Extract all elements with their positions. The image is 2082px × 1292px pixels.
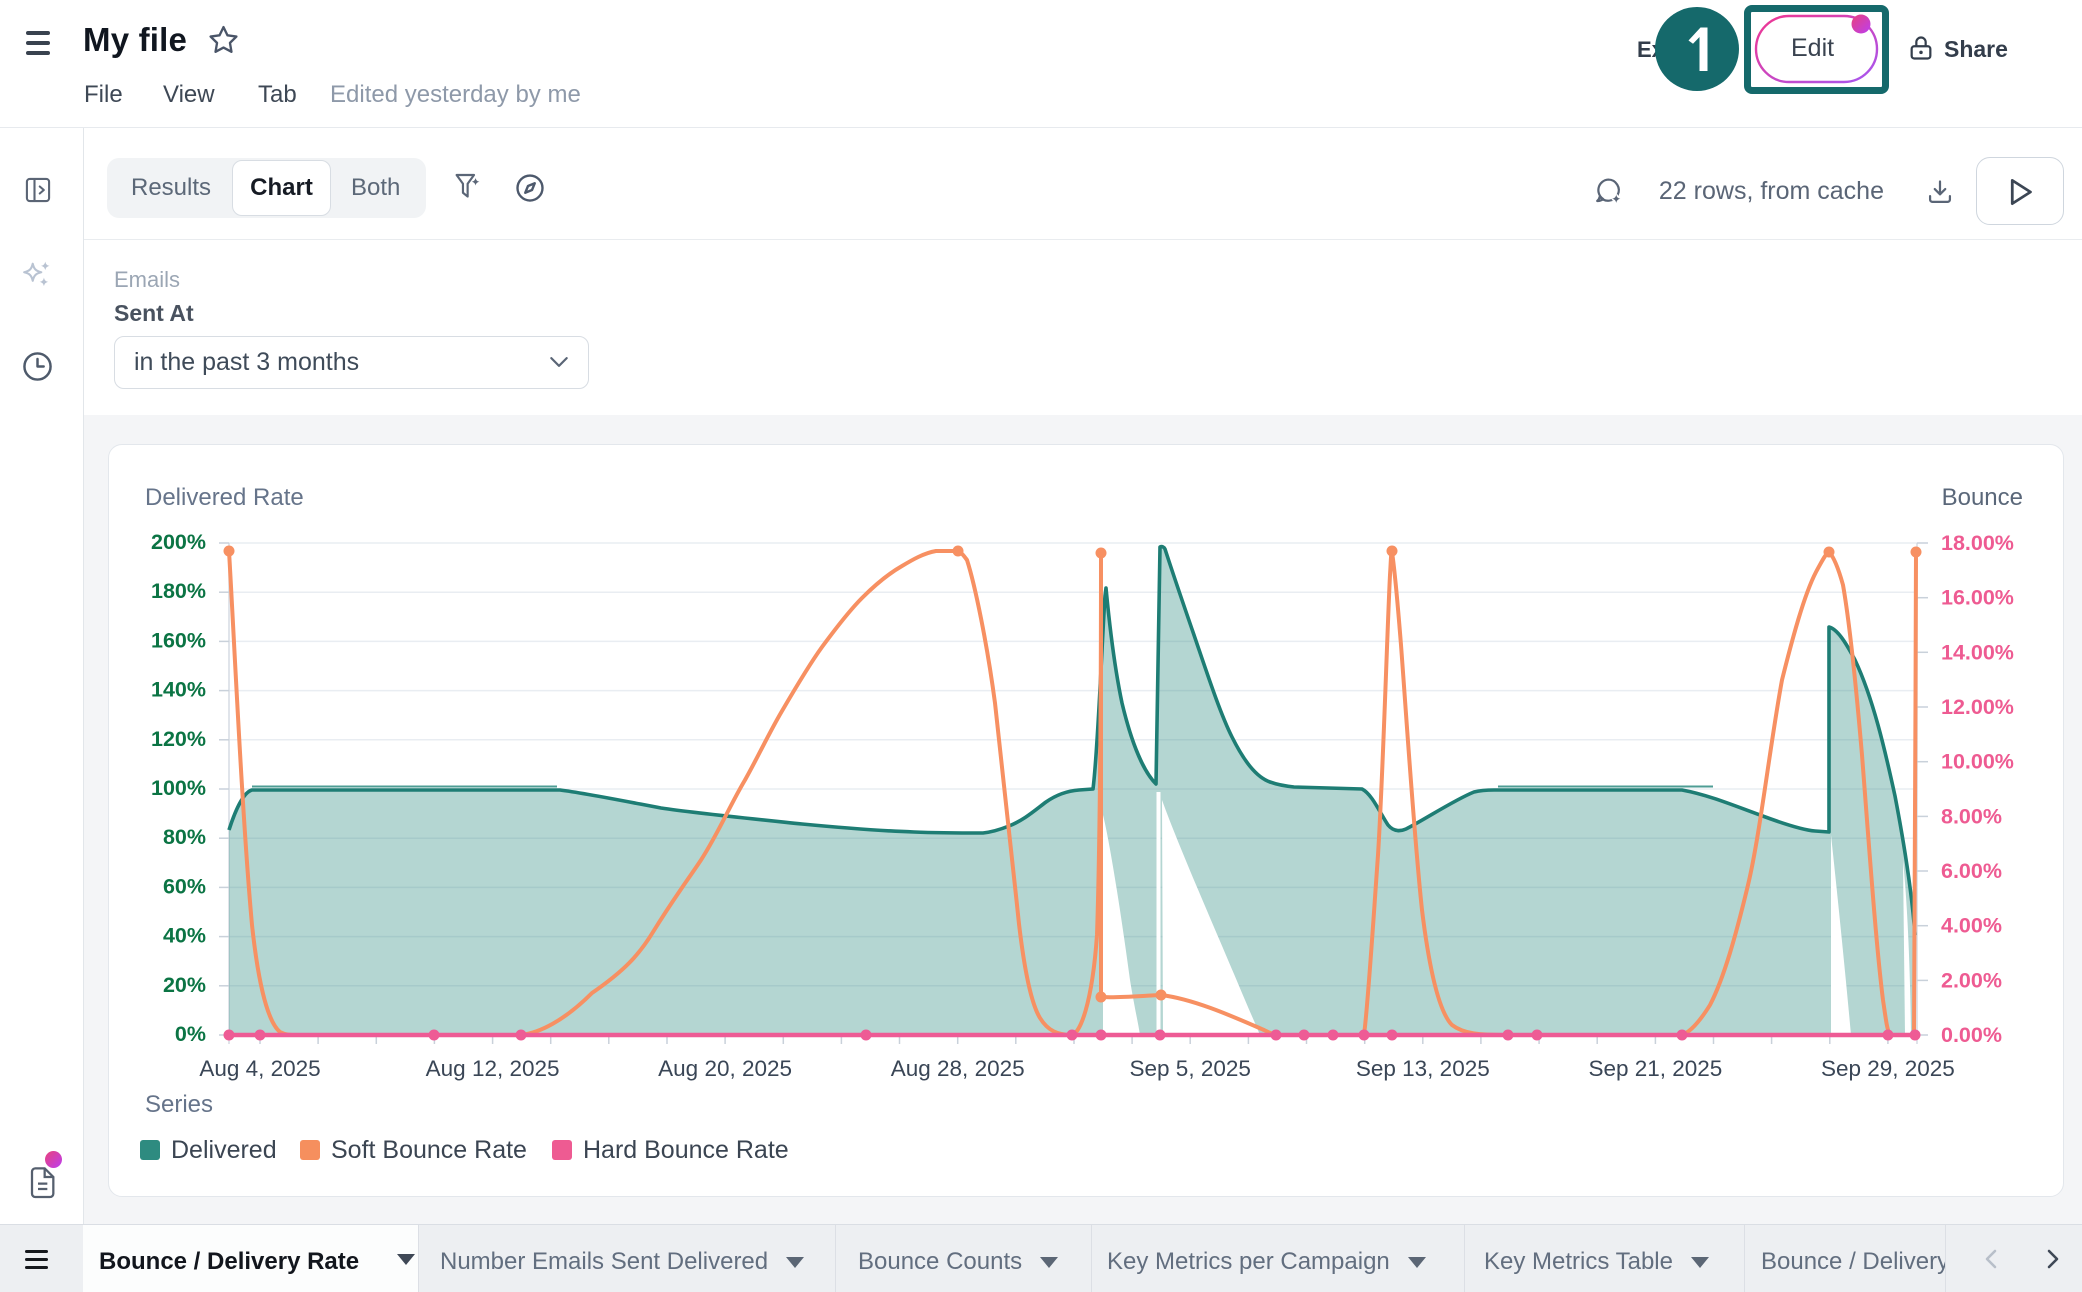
svg-text:Sep 29, 2025: Sep 29, 2025 — [1821, 1056, 1955, 1081]
svg-text:60%: 60% — [163, 874, 206, 898]
svg-text:16.00%: 16.00% — [1941, 586, 2014, 610]
svg-text:10.00%: 10.00% — [1941, 750, 2014, 774]
svg-text:Sep 21, 2025: Sep 21, 2025 — [1588, 1056, 1722, 1081]
svg-text:Aug 4, 2025: Aug 4, 2025 — [199, 1056, 320, 1081]
svg-text:Sep 13, 2025: Sep 13, 2025 — [1356, 1056, 1490, 1081]
svg-text:Bounce: Bounce — [1942, 484, 2023, 511]
svg-text:Delivered: Delivered — [171, 1136, 277, 1164]
svg-text:Soft Bounce Rate: Soft Bounce Rate — [331, 1136, 527, 1164]
svg-text:12.00%: 12.00% — [1941, 695, 2014, 719]
svg-text:Aug 12, 2025: Aug 12, 2025 — [426, 1056, 560, 1081]
svg-text:80%: 80% — [163, 825, 206, 849]
svg-text:Aug 28, 2025: Aug 28, 2025 — [891, 1056, 1025, 1081]
svg-text:Sep 5, 2025: Sep 5, 2025 — [1130, 1056, 1251, 1081]
svg-text:180%: 180% — [151, 579, 206, 603]
svg-text:100%: 100% — [151, 776, 206, 800]
svg-text:8.00%: 8.00% — [1941, 804, 2002, 828]
svg-text:200%: 200% — [151, 530, 206, 554]
svg-text:Series: Series — [145, 1091, 213, 1118]
svg-text:18.00%: 18.00% — [1941, 531, 2014, 555]
svg-text:2.00%: 2.00% — [1941, 968, 2002, 992]
svg-text:160%: 160% — [151, 628, 206, 652]
svg-text:6.00%: 6.00% — [1941, 859, 2002, 883]
svg-text:120%: 120% — [151, 727, 206, 751]
svg-text:20%: 20% — [163, 973, 206, 997]
svg-text:0%: 0% — [175, 1022, 206, 1046]
svg-text:4.00%: 4.00% — [1941, 914, 2002, 938]
svg-text:Hard Bounce Rate: Hard Bounce Rate — [583, 1136, 789, 1164]
svg-text:0.00%: 0.00% — [1941, 1023, 2002, 1047]
svg-text:40%: 40% — [163, 924, 206, 948]
svg-text:140%: 140% — [151, 678, 206, 702]
svg-text:14.00%: 14.00% — [1941, 640, 2014, 664]
svg-text:Delivered Rate: Delivered Rate — [145, 484, 304, 511]
svg-text:Aug 20, 2025: Aug 20, 2025 — [658, 1056, 792, 1081]
